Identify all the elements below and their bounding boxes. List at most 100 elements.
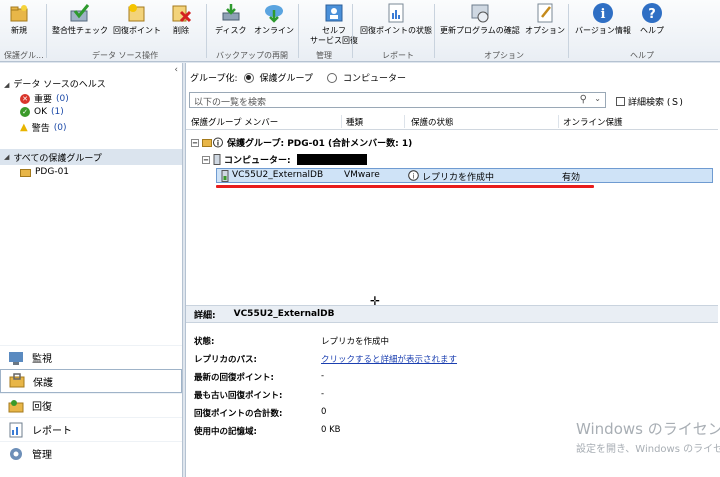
detail-value-state: レプリカを作成中 [321, 337, 390, 347]
nav-protection[interactable]: 保護 [0, 369, 182, 393]
nav-recovery[interactable]: 回復 [0, 393, 182, 417]
column-divider [341, 115, 342, 128]
navigation-pane: ‹ ◢ データ ソースのヘルス ✕ 重要 (0) ✓ OK (1) ▲ 警告 (0… [0, 63, 183, 477]
disk-button[interactable]: ディスク [215, 2, 246, 36]
disk-icon [222, 4, 240, 21]
new-button[interactable]: 新規 [8, 2, 30, 36]
group-label-protection: 保護グル... [4, 51, 44, 60]
help-button[interactable]: ? ヘルプ [640, 2, 664, 36]
main-pane: グループ化: 保護グループ コンピューター 以下の一覧を検索 ⚲ ⌄ 詳細検索 … [185, 63, 720, 477]
detail-value-latest-rp: - [321, 371, 325, 381]
group-by-protection-radio[interactable] [243, 72, 254, 83]
group-label-resume: バックアップの再開 [216, 51, 288, 60]
protection-group-row[interactable]: − i 保護グループ: PDG-01 (合計メンバー数: 1) [191, 136, 412, 149]
group-label-options: オプション [484, 51, 524, 60]
group-separator [434, 4, 435, 58]
options-button[interactable]: オプション [525, 2, 565, 36]
online-icon [265, 5, 283, 23]
options-icon [537, 3, 553, 23]
help-icon: ? [642, 3, 662, 23]
group-label-reports: レポート [382, 51, 414, 60]
detail-label-replica-path: レプリカのパス: [194, 355, 257, 365]
details-header: 詳細: VC55U2_ExternalDB [186, 305, 718, 323]
consistency-check-icon [70, 4, 90, 22]
search-icon[interactable]: ⚲ [580, 94, 587, 105]
health-critical[interactable]: ✕ 重要 (0) [20, 92, 69, 105]
ribbon: 新規 整合性チェック 回復ポイント 削除 ディスク オンライン セルフ サービス… [0, 0, 720, 62]
self-service-recovery-icon [325, 4, 343, 22]
nav-reports[interactable]: レポート [0, 417, 182, 441]
svg-text:i: i [413, 173, 415, 181]
member-row-selected[interactable]: VC55U2_ExternalDB VMware i レプリカを作成中 有効 [216, 168, 713, 183]
checkbox[interactable] [616, 97, 625, 106]
monitoring-icon [9, 351, 23, 365]
version-info-button[interactable]: i バージョン情報 [575, 2, 631, 36]
pane-splitter[interactable]: ✛ [186, 294, 718, 308]
group-separator [206, 4, 207, 58]
member-name: VC55U2_ExternalDB [232, 170, 324, 180]
member-online: 有効 [562, 173, 581, 183]
computer-row[interactable]: − コンピューター: [202, 153, 367, 166]
delete-button[interactable]: 削除 [170, 2, 192, 36]
folder-icon [20, 169, 31, 177]
group-separator [46, 4, 47, 58]
detail-search-checkbox[interactable]: 詳細検索 (Ｓ) [616, 95, 683, 108]
delete-icon [172, 5, 192, 23]
online-button[interactable]: オンライン [254, 2, 294, 36]
col-type[interactable]: 種類 [346, 116, 363, 128]
all-protection-groups[interactable]: ◢ すべての保護グループ [0, 149, 182, 165]
svg-text:i: i [217, 140, 219, 148]
ok-check-icon: ✓ [20, 107, 30, 117]
recovery-point-status-button[interactable]: 回復ポイントの状態 [360, 2, 432, 36]
replica-path-link[interactable]: クリックすると詳細が表示されます [321, 353, 457, 365]
warning-icon: ▲ [20, 122, 28, 133]
detail-label-rp-total: 回復ポイントの合計数: [194, 409, 283, 419]
info-icon: i [592, 3, 613, 23]
svg-text:?: ? [648, 7, 656, 22]
activation-watermark-sub: 設定を開き、Windows のライセ [576, 444, 720, 455]
update-check-icon [471, 4, 489, 23]
self-service-recovery-button[interactable]: セルフ サービス回復 [310, 2, 358, 46]
group-by-computer-radio[interactable] [326, 72, 337, 83]
expand-triangle-icon: ◢ [4, 153, 10, 161]
nav-management[interactable]: 管理 [0, 441, 182, 465]
collapse-toggle[interactable]: − [191, 138, 199, 147]
chevron-down-icon[interactable]: ⌄ [594, 94, 601, 103]
detail-value-oldest-rp: - [321, 389, 325, 399]
collapse-toggle[interactable]: − [202, 155, 210, 164]
health-tree-header[interactable]: ◢ データ ソースのヘルス [4, 77, 106, 90]
computer-icon [213, 154, 221, 165]
column-divider [404, 115, 405, 128]
detail-label-storage: 使用中の記憶域: [194, 427, 257, 437]
group-separator [352, 4, 353, 58]
management-gear-icon [10, 447, 22, 460]
group-by-row: グループ化: 保護グループ コンピューター [190, 72, 406, 84]
group-separator [298, 4, 299, 58]
nav-monitoring[interactable]: 監視 [0, 345, 182, 369]
health-warning[interactable]: ▲ 警告 (0) [20, 121, 66, 134]
detail-label-oldest-rp: 最も古い回復ポイント: [194, 391, 283, 401]
health-ok[interactable]: ✓ OK (1) [20, 107, 64, 117]
svg-text:i: i [600, 7, 605, 22]
protection-group-item[interactable]: PDG-01 [20, 167, 69, 177]
search-input[interactable]: 以下の一覧を検索 ⚲ ⌄ [189, 92, 606, 108]
column-divider [558, 115, 559, 128]
member-type: VMware [344, 170, 380, 180]
group-label-help: ヘルプ [630, 51, 654, 60]
reports-icon [9, 422, 23, 437]
update-check-button[interactable]: 更新プログラムの確認 [440, 2, 520, 36]
new-folder-icon [10, 5, 28, 22]
group-label-manage: 管理 [316, 51, 332, 60]
collapse-pane-icon[interactable]: ‹ [174, 65, 178, 75]
status-info-icon: i [408, 170, 419, 181]
consistency-check-button[interactable]: 整合性チェック [52, 2, 108, 36]
col-status[interactable]: 保護の状態 [411, 116, 454, 128]
col-member[interactable]: 保護グループ メンバー [191, 116, 278, 128]
recovery-point-button[interactable]: 回復ポイント [113, 2, 161, 36]
recovery-icon [8, 399, 24, 412]
column-header: 保護グループ メンバー 種類 保護の状態 オンライン保護 [186, 113, 718, 130]
col-online[interactable]: オンライン保護 [563, 116, 623, 128]
detail-label-state: 状態: [194, 337, 215, 347]
critical-icon: ✕ [20, 93, 30, 104]
redacted-computer-name [296, 154, 367, 165]
